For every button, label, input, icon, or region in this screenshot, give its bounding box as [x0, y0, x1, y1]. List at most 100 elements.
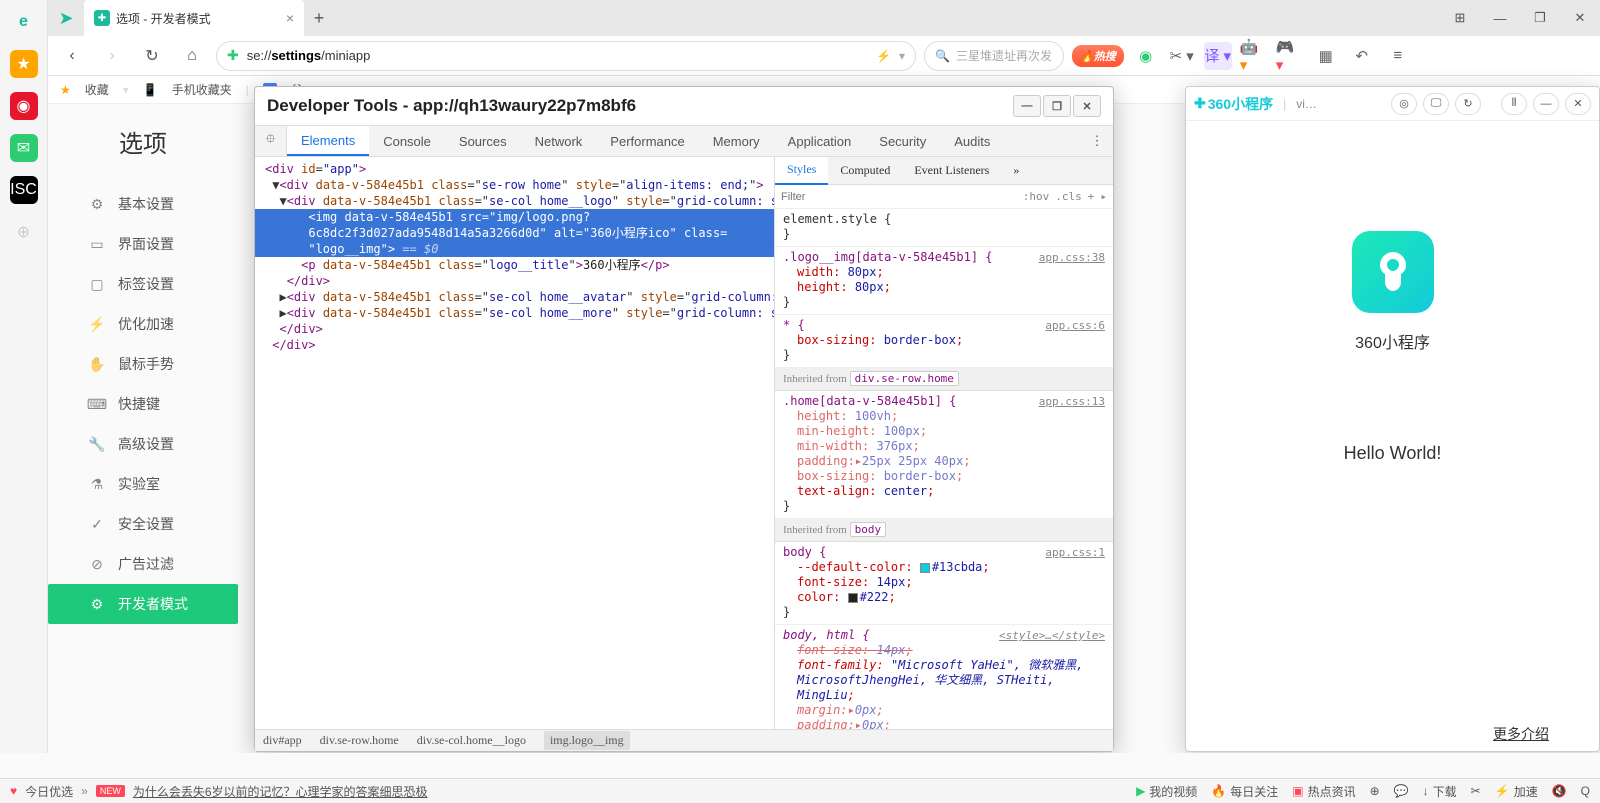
- pin-icon[interactable]: ▸: [1100, 190, 1107, 203]
- tab-security[interactable]: Security: [865, 126, 940, 156]
- element-picker-icon[interactable]: ⯐: [255, 126, 287, 156]
- toolbar-robot-icon[interactable]: 🤖 ▾: [1240, 42, 1268, 70]
- styles-panel: Styles Computed Event Listeners » :hov .…: [775, 157, 1113, 729]
- devtools-close-button[interactable]: ✕: [1073, 95, 1101, 117]
- preview-header[interactable]: ✚ 360小程序 | vi… ◎ 🖵 ↻ ⦀ — ✕: [1186, 87, 1599, 121]
- toolbar-undo-icon[interactable]: ↶: [1348, 42, 1376, 70]
- subtab-styles[interactable]: Styles: [775, 157, 828, 185]
- tab-memory[interactable]: Memory: [699, 126, 774, 156]
- url-dropdown-icon[interactable]: ▾: [899, 49, 905, 63]
- subtab-eventlisteners[interactable]: Event Listeners: [902, 157, 1001, 185]
- sidebar-item-advanced[interactable]: 🔧高级设置: [88, 424, 238, 464]
- hov-toggle[interactable]: :hov: [1023, 190, 1050, 203]
- preview-reload-icon[interactable]: ↻: [1455, 93, 1481, 115]
- tab-application[interactable]: Application: [774, 126, 866, 156]
- status-download[interactable]: ↓下载: [1423, 783, 1457, 800]
- status-chat-icon[interactable]: 💬: [1394, 784, 1409, 798]
- search-input[interactable]: 🔍 三星堆遗址再次发: [924, 41, 1064, 71]
- news-link[interactable]: 为什么会丢失6岁以前的记忆？心理学家的答案细思恐极: [133, 783, 428, 800]
- devtools-more-icon[interactable]: ⋮: [1081, 126, 1113, 156]
- isc-icon[interactable]: ISC: [10, 176, 38, 204]
- tab-network[interactable]: Network: [521, 126, 597, 156]
- window-maximize-button[interactable]: ❐: [1520, 0, 1560, 36]
- gear-icon: ⚙: [88, 596, 106, 613]
- hello-text: Hello World!: [1206, 443, 1579, 464]
- nav-back-button[interactable]: ‹: [56, 40, 88, 72]
- toolbar-menu-icon[interactable]: ≡: [1384, 42, 1412, 70]
- devtools-minimize-button[interactable]: —: [1013, 95, 1041, 117]
- sidebar-item-optimize[interactable]: ⚡优化加速: [88, 304, 238, 344]
- sidebar-item-tabs[interactable]: ▢标签设置: [88, 264, 238, 304]
- window-close-button[interactable]: ✕: [1560, 0, 1600, 36]
- tab-elements[interactable]: Elements: [287, 126, 369, 156]
- sidebar-item-adblock[interactable]: ⊘广告过滤: [88, 544, 238, 584]
- status-net-icon[interactable]: ⊕: [1370, 784, 1380, 798]
- nav-forward-button[interactable]: ›: [96, 40, 128, 72]
- today-label[interactable]: 今日优选: [25, 783, 73, 800]
- tab-console[interactable]: Console: [369, 126, 445, 156]
- bookmark-mobile[interactable]: 手机收藏夹: [172, 81, 232, 98]
- styles-filter-input[interactable]: [781, 191, 1017, 203]
- tab-performance[interactable]: Performance: [596, 126, 698, 156]
- new-tab-button[interactable]: +: [304, 3, 334, 33]
- status-hotnews[interactable]: ▣热点资讯: [1292, 783, 1355, 800]
- address-bar: ‹ › ↻ ⌂ ✚ se://settings/miniapp ⚡ ▾ 🔍 三星…: [48, 36, 1600, 76]
- sidebar-item-basic[interactable]: ⚙基本设置: [88, 184, 238, 224]
- tab-close-icon[interactable]: ×: [286, 10, 294, 26]
- block-icon: ⊘: [88, 556, 106, 573]
- dom-tree[interactable]: <div id="app"> ▼<div data-v-584e45b1 cla…: [255, 157, 775, 729]
- preview-target-icon[interactable]: ◎: [1391, 93, 1417, 115]
- sidebar-item-security[interactable]: ✓安全设置: [88, 504, 238, 544]
- compass-icon[interactable]: ➤: [48, 0, 84, 36]
- status-speed[interactable]: ⚡加速: [1495, 783, 1538, 800]
- dom-breadcrumb[interactable]: div#app div.se-row.home div.se-col.home_…: [255, 729, 1113, 751]
- mail-icon[interactable]: ✉: [10, 134, 38, 162]
- sidebar-item-developer[interactable]: ⚙开发者模式: [48, 584, 238, 624]
- devtools-titlebar[interactable]: Developer Tools - app://qh13waury22p7m8b…: [255, 87, 1113, 125]
- subtab-more-icon[interactable]: »: [1001, 157, 1031, 185]
- window-icon: ▭: [88, 236, 106, 253]
- nav-reload-button[interactable]: ↻: [136, 40, 168, 72]
- more-link[interactable]: 更多介绍: [1206, 724, 1579, 744]
- status-daily[interactable]: 🔥每日关注: [1211, 783, 1278, 800]
- status-screenshot-icon[interactable]: ✂: [1471, 784, 1481, 798]
- cls-toggle[interactable]: .cls: [1055, 190, 1082, 203]
- browser-tab[interactable]: ✚ 选项 - 开发者模式 ×: [84, 0, 304, 36]
- browser-logo-icon[interactable]: e: [10, 8, 38, 36]
- subtab-computed[interactable]: Computed: [828, 157, 902, 185]
- window-minimize-button[interactable]: —: [1480, 0, 1520, 36]
- expand-icon[interactable]: »: [81, 784, 88, 798]
- mobile-icon: 📱: [143, 83, 158, 97]
- preview-minimize-icon[interactable]: —: [1533, 93, 1559, 115]
- styles-rules[interactable]: element.style {} app.css:38.logo__img[da…: [775, 209, 1113, 729]
- browser-left-rail: e ★ ◉ ✉ ISC ⊕: [0, 0, 48, 753]
- favorites-icon[interactable]: ★: [10, 50, 38, 78]
- toolbar-translate-icon[interactable]: 译 ▾: [1204, 42, 1232, 70]
- sidebar-item-mouse[interactable]: ✋鼠标手势: [88, 344, 238, 384]
- toolbar-grid-icon[interactable]: ▦: [1312, 42, 1340, 70]
- bookmark-fav[interactable]: 收藏: [85, 81, 109, 98]
- status-myvideo[interactable]: ▶我的视频: [1136, 783, 1197, 800]
- sidebar-item-lab[interactable]: ⚗实验室: [88, 464, 238, 504]
- status-volume-icon[interactable]: 🔇: [1552, 784, 1567, 798]
- preview-monitor-icon[interactable]: 🖵: [1423, 93, 1449, 115]
- hot-search-button[interactable]: 🔥热搜: [1072, 45, 1124, 67]
- sidebar-item-interface[interactable]: ▭界面设置: [88, 224, 238, 264]
- add-rule-icon[interactable]: +: [1088, 190, 1095, 203]
- devtools-maximize-button[interactable]: ❐: [1043, 95, 1071, 117]
- toolbar-scissors-icon[interactable]: ✂ ▾: [1168, 42, 1196, 70]
- toolbar-game-icon[interactable]: 🎮 ▾: [1276, 42, 1304, 70]
- weibo-icon[interactable]: ◉: [10, 92, 38, 120]
- tab-sources[interactable]: Sources: [445, 126, 521, 156]
- toolbar-eye-icon[interactable]: ◉: [1132, 42, 1160, 70]
- dom-selected-node[interactable]: <img data-v-584e45b1 src="img/logo.png?: [255, 209, 774, 225]
- sidebar-item-shortcut[interactable]: ⌨快捷键: [88, 384, 238, 424]
- tab-audits[interactable]: Audits: [940, 126, 1004, 156]
- preview-close-icon[interactable]: ✕: [1565, 93, 1591, 115]
- extensions-icon[interactable]: ⊞: [1440, 0, 1480, 36]
- status-q-icon[interactable]: Q: [1581, 784, 1590, 798]
- preview-settings-icon[interactable]: ⦀: [1501, 93, 1527, 115]
- add-shortcut-icon[interactable]: ⊕: [10, 218, 38, 246]
- url-input[interactable]: ✚ se://settings/miniapp ⚡ ▾: [216, 41, 916, 71]
- nav-home-button[interactable]: ⌂: [176, 40, 208, 72]
